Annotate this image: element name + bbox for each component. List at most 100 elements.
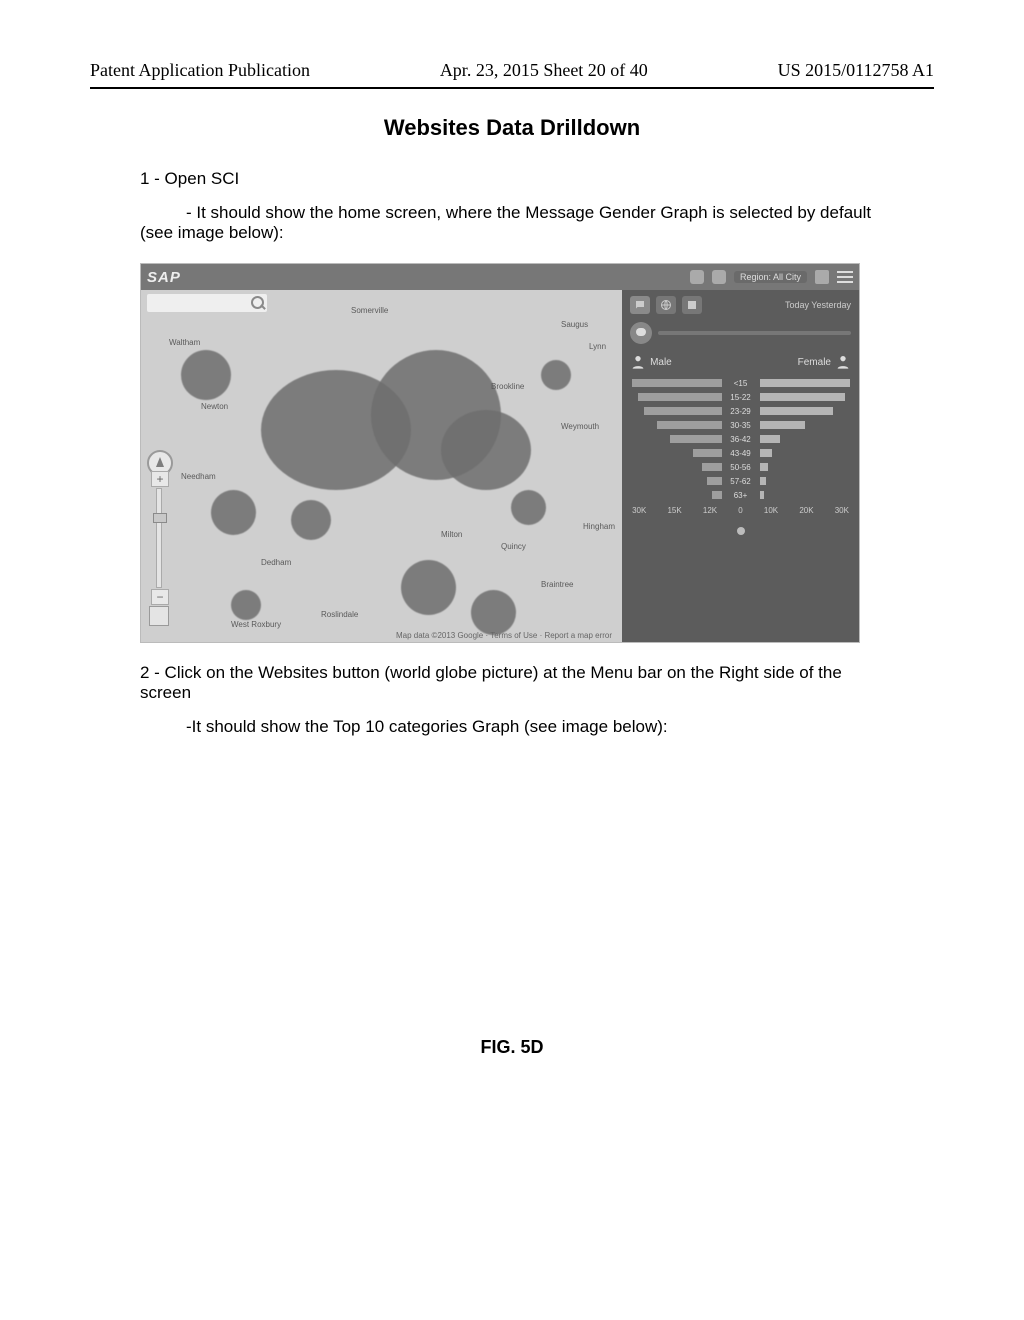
sentiment-bubble-icon [630,322,652,344]
zoom-slider-thumb[interactable] [153,513,167,523]
female-bar [760,393,846,401]
map-place-label: Needham [181,472,216,481]
map-place-label: Somerville [351,306,388,315]
axis-tick: 12K [703,506,717,515]
age-band-label: 43-49 [726,449,756,458]
female-bar [760,421,805,429]
map-place-label: Waltham [169,338,200,347]
patent-page: Patent Application Publication Apr. 23, … [0,0,1024,1320]
figure-label: FIG. 5D [90,1037,934,1058]
female-bar [760,491,764,499]
female-bar [760,435,780,443]
age-bar-row: 36-42 [630,432,851,446]
heatmap-blob [181,350,231,400]
zoom-out-button[interactable]: − [151,589,169,605]
header-right: US 2015/0112758 A1 [778,60,934,81]
sentiment-slider[interactable] [658,331,851,335]
topbar-icon-1[interactable] [690,270,704,284]
female-bar [760,449,772,457]
age-band-label: 50-56 [726,463,756,472]
male-label: Male [630,354,672,370]
male-bar [632,379,722,387]
age-band-label: 36-42 [726,435,756,444]
age-band-label: 57-62 [726,477,756,486]
hamburger-menu-icon[interactable] [837,271,853,283]
male-bar [693,449,722,457]
map-place-label: Roslindale [321,610,358,619]
female-bar [760,477,766,485]
female-bar [760,379,850,387]
axis-tick: 0 [738,506,742,515]
page-header: Patent Application Publication Apr. 23, … [90,60,934,81]
map-place-label: Lynn [589,342,606,351]
axis-tick: 30K [835,506,849,515]
step-2: 2 - Click on the Websites button (world … [140,663,884,703]
gender-header: Male Female [630,354,851,370]
tab-other-icon[interactable] [682,296,702,314]
header-mid: Apr. 23, 2015 Sheet 20 of 40 [310,60,778,81]
map-place-label: West Roxbury [231,620,281,629]
age-bar-row: 63+ [630,488,851,502]
age-bar-row: 23-29 [630,404,851,418]
map-place-label: Newton [201,402,228,411]
person-icon [630,354,646,370]
map-layer-toggle[interactable] [149,606,169,626]
age-pyramid-chart: <15 15-22 23-29 30-35 36-42 43-49 50-56 57-62 63… [630,376,851,502]
analytics-panel: Today Yesterday Male Female <15 15-22 23-2… [622,290,859,642]
male-bar [707,477,721,485]
age-band-label: 30-35 [726,421,756,430]
map-place-label: Hingham [583,522,615,531]
map-place-label: Saugus [561,320,588,329]
search-icon [251,296,264,309]
axis-tick: 30K [632,506,646,515]
app-topbar: SAP Region: All City [141,264,859,290]
step-1-sub-text: - It should show the home screen, where … [140,203,871,242]
male-bar [670,435,721,443]
map-place-label: Weymouth [561,422,599,431]
tab-websites-globe-icon[interactable] [656,296,676,314]
axis-tick: 15K [667,506,681,515]
heatmap-blob [401,560,456,615]
sap-logo: SAP [147,269,181,286]
female-text: Female [798,357,831,368]
tab-messages-icon[interactable] [630,296,650,314]
map-place-label: Quincy [501,542,526,551]
panel-pager [630,523,851,539]
zoom-slider[interactable]: + − [156,488,162,588]
pager-dot-icon [737,527,745,535]
topbar-icon-2[interactable] [712,270,726,284]
zoom-in-button[interactable]: + [151,471,169,487]
age-band-label: 15-22 [726,393,756,402]
heatmap-blob [511,490,546,525]
age-bar-row: <15 [630,376,851,390]
region-chip[interactable]: Region: All City [734,271,807,283]
app-screenshot: SAP Region: All City [140,263,860,643]
male-bar [702,463,721,471]
male-bar [638,393,722,401]
map-place-label: Braintree [541,580,573,589]
map-place-label: Dedham [261,558,291,567]
female-label: Female [798,354,851,370]
axis-tick: 20K [799,506,813,515]
step-2-sub-text: -It should show the Top 10 categories Gr… [186,717,668,736]
age-band-label: 63+ [726,491,756,500]
map-place-label: Brookline [491,382,524,391]
male-text: Male [650,357,672,368]
female-bar [760,407,834,415]
timeline-chip[interactable]: Today Yesterday [785,300,851,310]
heatmap-blob [471,590,516,635]
female-bar [760,463,768,471]
topbar-icon-3[interactable] [815,270,829,284]
heatmap-map[interactable]: Waltham Somerville Brookline Newton Need… [141,290,622,642]
step-2-sub: -It should show the Top 10 categories Gr… [140,717,884,737]
age-bar-row: 15-22 [630,390,851,404]
age-bar-row: 50-56 [630,460,851,474]
step-1-sub: - It should show the home screen, where … [140,203,884,243]
heatmap-blob [211,490,256,535]
heatmap-blob [541,360,571,390]
age-bar-row: 57-62 [630,474,851,488]
doc-title: Websites Data Drilldown [90,115,934,141]
map-search-input[interactable] [147,294,267,312]
map-attribution: Map data ©2013 Google · Terms of Use · R… [396,631,612,640]
age-band-label: 23-29 [726,407,756,416]
